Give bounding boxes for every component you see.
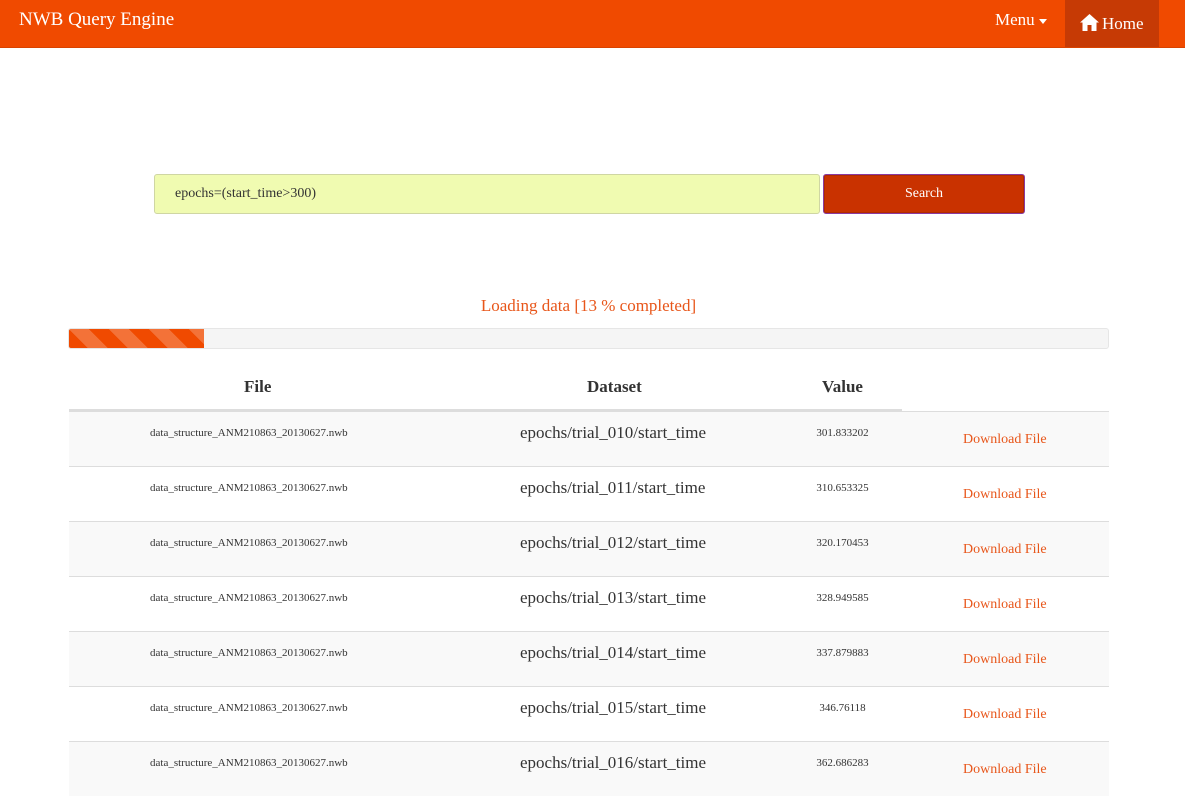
dataset-cell: epochs/trial_010/start_time — [520, 423, 707, 442]
progress-track — [68, 328, 1109, 349]
dataset-cell: epochs/trial_016/start_time — [520, 753, 707, 772]
dataset-cell: epochs/trial_012/start_time — [520, 533, 707, 552]
menu-label: Menu — [995, 10, 1035, 29]
header-value: Value — [822, 377, 863, 396]
header-dataset: Dataset — [587, 377, 642, 396]
download-file-link[interactable]: Download File — [963, 487, 1047, 503]
file-cell: data_structure_ANM210863_20130627.nwb — [150, 537, 348, 549]
download-file-link[interactable]: Download File — [963, 542, 1047, 558]
table-row: data_structure_ANM210863_20130627.nwb ep… — [69, 521, 1109, 576]
table-row: data_structure_ANM210863_20130627.nwb ep… — [69, 576, 1109, 631]
home-icon — [1080, 14, 1099, 31]
home-label: Home — [1102, 13, 1144, 33]
download-file-link[interactable]: Download File — [963, 707, 1047, 723]
home-button[interactable]: Home — [1065, 0, 1159, 47]
results-table: File Dataset Value data_structure_ANM210… — [69, 367, 1109, 796]
download-file-link[interactable]: Download File — [963, 597, 1047, 613]
progress-bar — [69, 329, 205, 348]
dataset-cell: epochs/trial_014/start_time — [520, 643, 707, 662]
search-button[interactable]: Search — [823, 174, 1025, 214]
brand-title[interactable]: NWB Query Engine — [19, 9, 174, 31]
dataset-cell: epochs/trial_013/start_time — [520, 588, 707, 607]
table-header: File Dataset Value — [69, 367, 1109, 411]
download-file-link[interactable]: Download File — [963, 762, 1047, 778]
caret-down-icon — [1038, 18, 1047, 24]
top-navbar: NWB Query Engine Menu Home — [0, 0, 1185, 48]
header-file: File — [244, 377, 272, 396]
table-row: data_structure_ANM210863_20130627.nwb ep… — [69, 411, 1109, 466]
download-file-link[interactable]: Download File — [963, 652, 1047, 668]
file-cell: data_structure_ANM210863_20130627.nwb — [150, 427, 348, 439]
table-row: data_structure_ANM210863_20130627.nwb ep… — [69, 466, 1109, 521]
table-row: data_structure_ANM210863_20130627.nwb ep… — [69, 686, 1109, 741]
menu-dropdown[interactable]: Menu — [995, 9, 1047, 31]
file-cell: data_structure_ANM210863_20130627.nwb — [150, 702, 348, 714]
file-cell: data_structure_ANM210863_20130627.nwb — [150, 482, 348, 494]
file-cell: data_structure_ANM210863_20130627.nwb — [150, 757, 348, 769]
file-cell: data_structure_ANM210863_20130627.nwb — [150, 592, 348, 604]
dataset-cell: epochs/trial_011/start_time — [520, 478, 706, 497]
table-row: data_structure_ANM210863_20130627.nwb ep… — [69, 741, 1109, 796]
dataset-cell: epochs/trial_015/start_time — [520, 698, 707, 717]
download-file-link[interactable]: Download File — [963, 432, 1047, 448]
table-row: data_structure_ANM210863_20130627.nwb ep… — [69, 631, 1109, 686]
search-input[interactable] — [154, 174, 820, 214]
loading-status: Loading data [13 % completed] — [480, 296, 697, 315]
file-cell: data_structure_ANM210863_20130627.nwb — [150, 647, 348, 659]
